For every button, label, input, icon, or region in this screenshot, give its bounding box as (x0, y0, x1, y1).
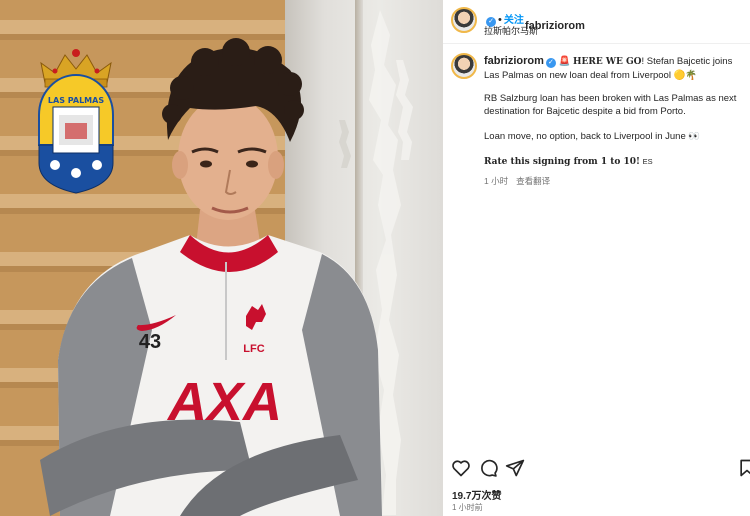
player-figure: AXA 43 LFC (40, 38, 382, 516)
here-we-go: HERE WE GO (573, 57, 642, 67)
caption-meta: 1 小时 查看翻译 (484, 175, 750, 188)
bookmark-icon[interactable] (737, 458, 750, 478)
eyes-emoji: 👀 (688, 131, 701, 142)
rate-prompt: Rate this signing from 1 to 10! (484, 157, 641, 167)
caption-text: fabriziorom ✓ 🚨 HERE WE GO! Stefan Bajcet… (484, 55, 750, 188)
shirt-number: 43 (139, 331, 161, 353)
verified-icon: ✓ (545, 58, 556, 68)
action-bar (451, 458, 750, 478)
caption-username[interactable]: fabriziorom (484, 55, 544, 67)
post-photo[interactable]: LAS PALMAS AXA 43 LFC (0, 0, 443, 516)
comment-icon[interactable] (478, 458, 498, 478)
headline-emojis: 🟡🌴 (673, 70, 698, 81)
post-side-panel: fabriziorom ✓ • 关注 拉斯帕尔马斯 fabriziorom ✓ 🚨 HE… (443, 0, 750, 516)
caption-avatar[interactable] (451, 53, 477, 79)
sponsor-logo: AXA (166, 372, 282, 432)
caption-paragraph-2: RB Salzburg loan has been broken with La… (484, 93, 737, 117)
rate-suffix: ES (642, 157, 653, 166)
siren-emoji: 🚨 (558, 56, 571, 67)
caption-paragraph-3: Loan move, no option, back to Liverpool … (484, 131, 686, 142)
avatar[interactable] (451, 7, 477, 33)
share-icon[interactable] (505, 458, 525, 478)
caption-time: 1 小时 (484, 176, 509, 186)
location-link[interactable]: 拉斯帕尔马斯 (484, 24, 538, 37)
likes-count[interactable]: 19.7万次赞 (452, 487, 501, 502)
heart-icon[interactable] (451, 458, 471, 478)
post-time: 1 小时前 (452, 503, 483, 512)
post-header: fabriziorom ✓ • 关注 拉斯帕尔马斯 (443, 0, 750, 44)
crest-text: LFC (243, 343, 264, 355)
translate-link[interactable]: 查看翻译 (516, 176, 550, 186)
